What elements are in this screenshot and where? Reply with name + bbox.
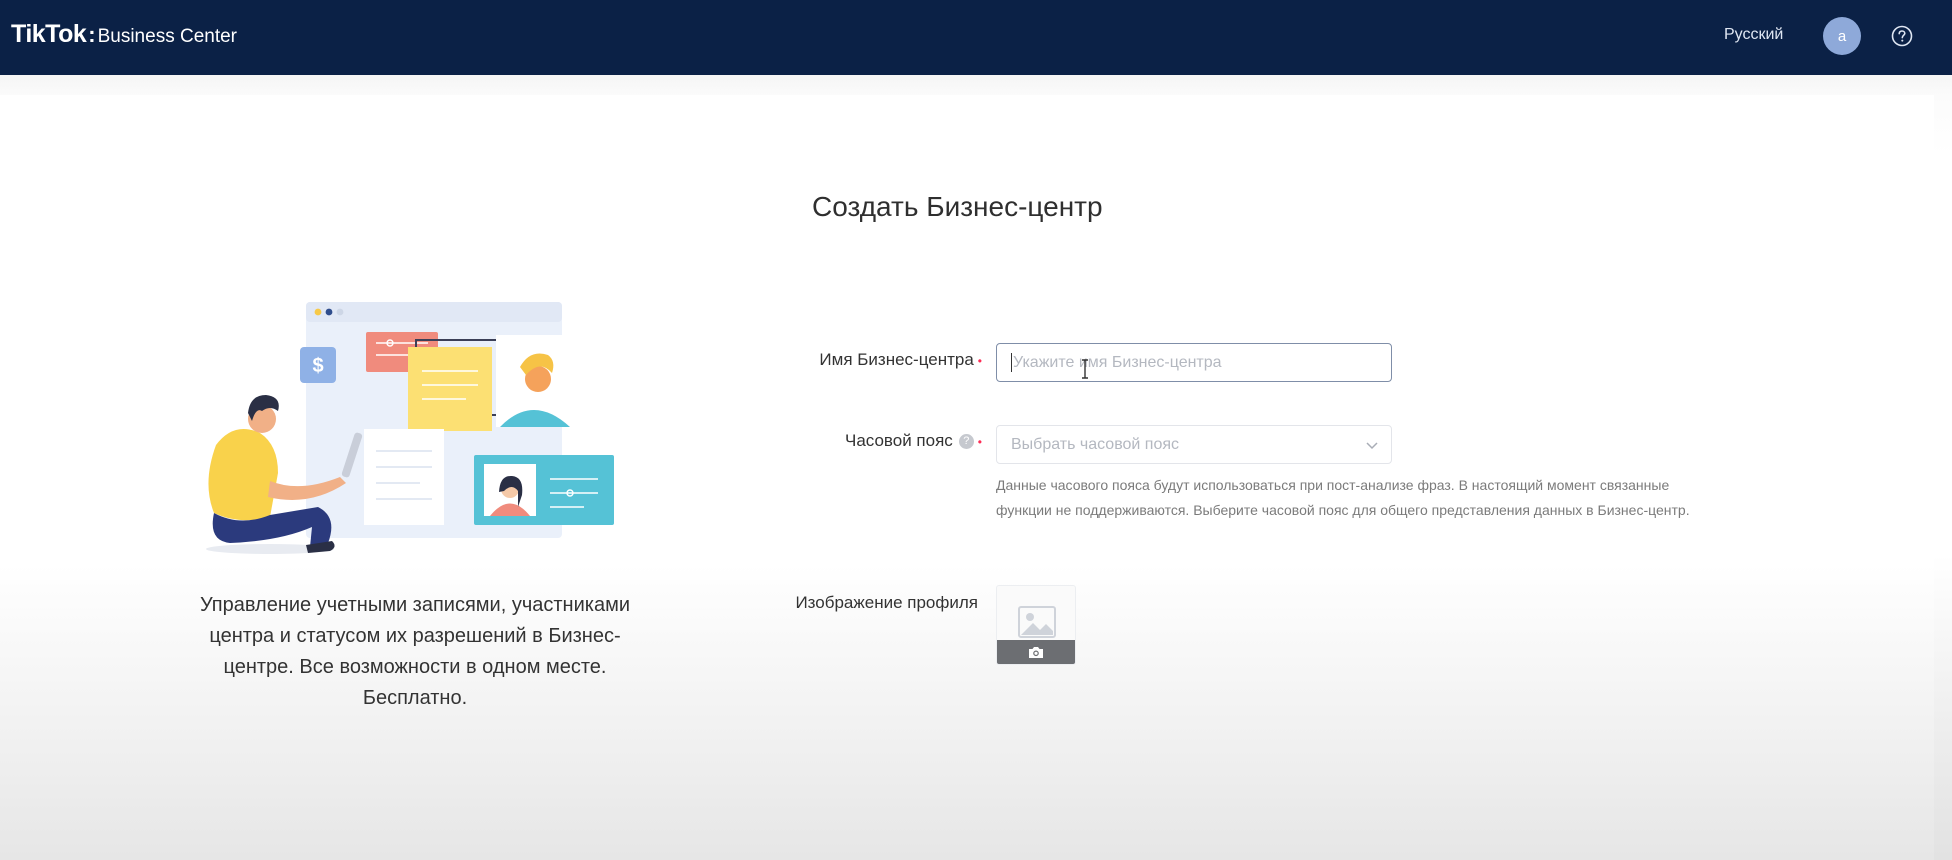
page-title: Создать Бизнес-центр [812, 191, 1103, 222]
user-avatar[interactable]: a [1823, 17, 1861, 55]
profile-image-label-text: Изображение профиля [795, 593, 978, 612]
timezone-label-text: Часовой пояс [844, 431, 953, 450]
camera-upload-bar[interactable] [997, 640, 1075, 664]
chevron-down-icon [1366, 442, 1378, 450]
profile-image-upload[interactable] [996, 585, 1076, 665]
svg-text:$: $ [312, 355, 323, 377]
required-mark: • [977, 353, 982, 368]
required-mark: • [977, 434, 982, 449]
help-icon[interactable] [1891, 25, 1913, 47]
timezone-select[interactable]: Выбрать часовой пояс [996, 425, 1392, 464]
logo-separator: : [88, 22, 96, 47]
business-center-illustration: $ [206, 302, 614, 554]
timezone-placeholder: Выбрать часовой пояс [1011, 435, 1180, 453]
language-selector[interactable]: Русский [1724, 26, 1783, 44]
camera-icon [1029, 646, 1043, 658]
top-navigation-bar: TikTok : Business Center Русский a [0, 0, 1952, 75]
profile-image-label: Изображение профиля [740, 593, 978, 613]
name-label-text: Имя Бизнес-центра [819, 350, 974, 369]
text-cursor-icon [1082, 359, 1088, 379]
text-caret [1011, 353, 1012, 372]
question-icon[interactable]: ? [958, 434, 974, 450]
logo-subtitle: Business Center [97, 26, 237, 47]
avatar-initial: a [1837, 27, 1847, 45]
image-placeholder-icon [1018, 606, 1056, 638]
name-input-placeholder: Укажите имя Бизнес-центра [1013, 353, 1222, 371]
timezone-hint: Данные часового пояса будут использовать… [996, 477, 1690, 518]
tiktok-business-center-logo[interactable]: TikTok : Business Center [11, 20, 237, 54]
business-center-name-input[interactable]: Укажите имя Бизнес-центра [996, 343, 1392, 382]
logo-main-text: TikTok [11, 20, 87, 48]
promo-description: Управление учетными записями, участникам… [200, 594, 630, 709]
business-center-name-label: Имя Бизнес-центра • [760, 350, 982, 370]
timezone-label: Часовой пояс? • [760, 431, 982, 451]
